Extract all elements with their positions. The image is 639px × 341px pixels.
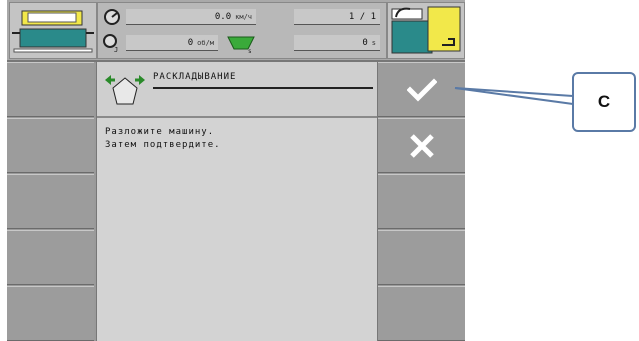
callout-pointer-lines (454, 87, 574, 105)
callout-label-c: C (572, 72, 636, 132)
